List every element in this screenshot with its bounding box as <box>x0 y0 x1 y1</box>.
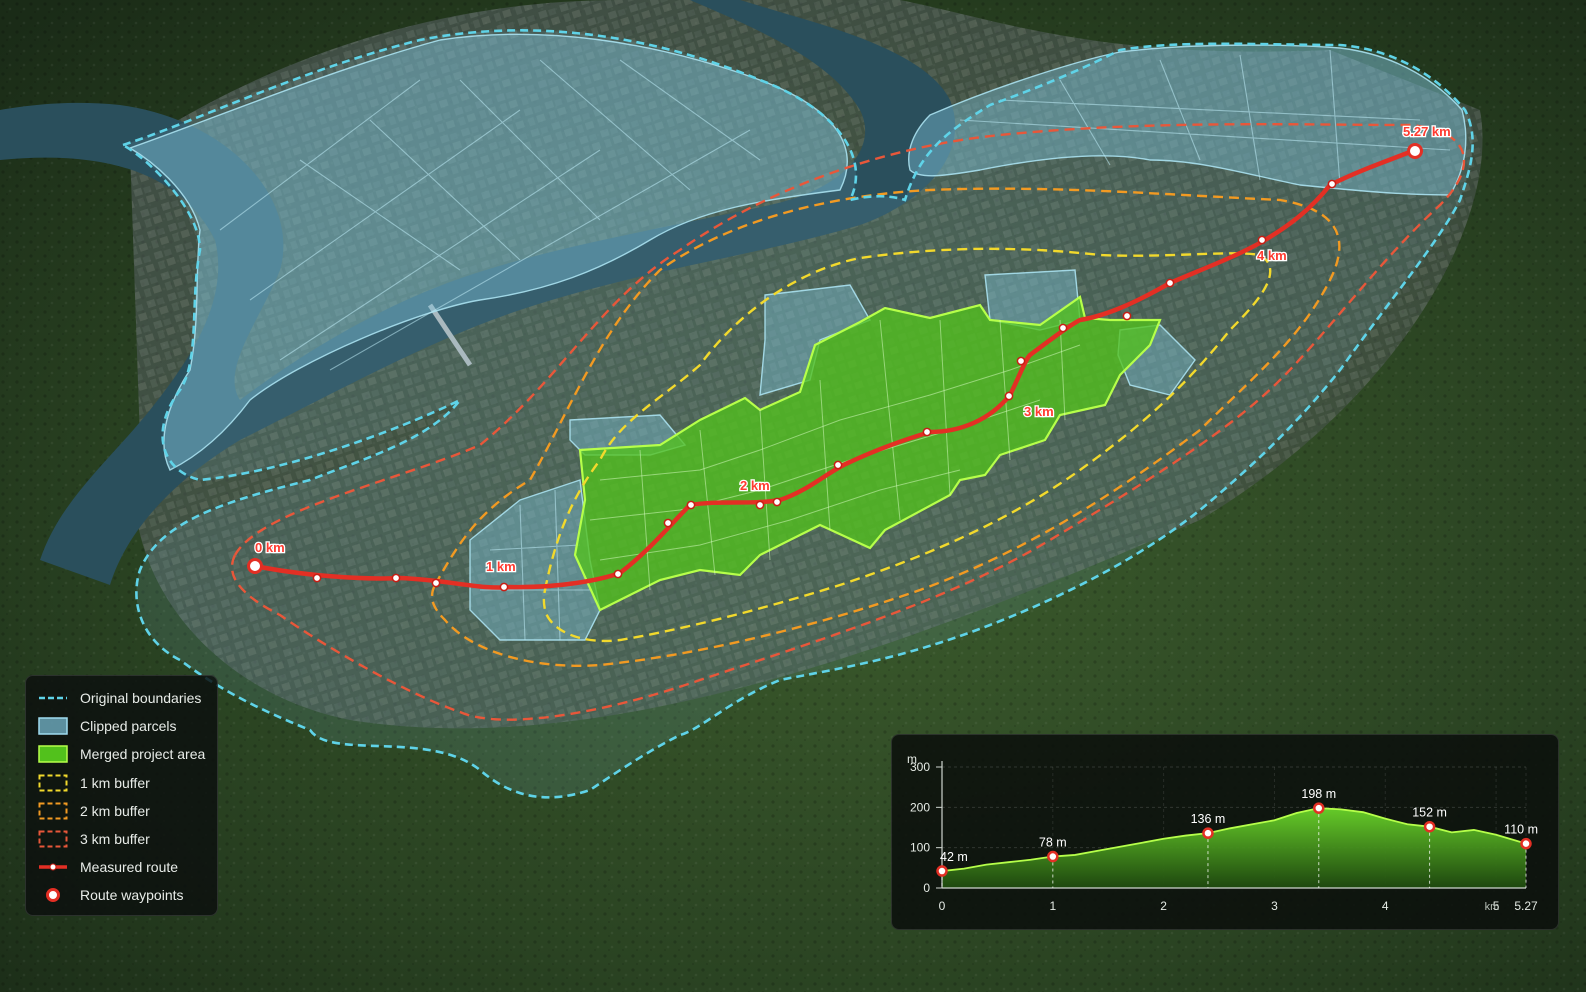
profile-area-layer <box>941 807 1527 888</box>
profile-y-tick-label: 200 <box>910 800 930 814</box>
profile-x-unit-label: km <box>1485 901 1500 913</box>
profile-point-marker <box>1520 837 1532 850</box>
route-vertex <box>686 500 696 510</box>
legend-item-original-boundaries[interactable]: Original boundaries <box>38 684 217 712</box>
legend-label: Route waypoints <box>80 887 184 904</box>
route-label-1km: 1 km <box>486 559 516 574</box>
route-vertex <box>499 582 509 592</box>
profile-y-tick-label: 100 <box>910 841 930 855</box>
map-stage: 0 km 1 km 2 km 3 km 4 km 5.27 km Origina… <box>0 0 1586 992</box>
profile-y-tick-label: 0 <box>923 881 930 895</box>
route-label-2km: 2 km <box>740 478 770 493</box>
profile-point-marker <box>1313 802 1325 814</box>
legend-label: Clipped parcels <box>80 718 177 735</box>
profile-x-tick-label: 4 <box>1382 899 1389 913</box>
map-legend: Original boundaries Clipped parcels Merg… <box>25 675 218 916</box>
profile-area <box>942 808 1526 888</box>
filled-box-icon <box>38 717 68 736</box>
route-start-waypoint[interactable] <box>247 558 263 574</box>
route-vertex <box>1327 179 1337 189</box>
legend-item-route-waypoints[interactable]: Route waypoints <box>38 881 217 909</box>
legend-label: 3 km buffer <box>80 831 150 848</box>
legend-item-1km-buffer[interactable]: 1 km buffer <box>38 769 217 797</box>
profile-x-tick-label: 5.27 <box>1514 899 1538 913</box>
legend-item-3km-buffer[interactable]: 3 km buffer <box>38 825 217 853</box>
profile-point-marker <box>1047 850 1059 863</box>
route-label-4km: 4 km <box>1257 248 1287 263</box>
route-vertex <box>663 518 673 528</box>
profile-point-label: 152 m <box>1412 806 1447 820</box>
legend-item-clipped-parcels[interactable]: Clipped parcels <box>38 712 217 740</box>
route-label-3km: 3 km <box>1024 404 1054 419</box>
profile-point-marker <box>936 865 948 877</box>
route-vertex <box>1257 235 1267 245</box>
route-vertex <box>431 578 441 588</box>
route-vertex <box>772 497 782 507</box>
legend-label: Measured route <box>80 859 179 876</box>
profile-point-label: 198 m <box>1301 787 1336 801</box>
legend-label: 2 km buffer <box>80 802 150 819</box>
legend-label: 1 km buffer <box>80 774 150 791</box>
dashed-box-icon <box>38 774 68 792</box>
route-line-icon <box>38 858 68 876</box>
profile-point-label: 110 m <box>1504 823 1538 837</box>
route-vertex <box>833 460 843 470</box>
route-vertex <box>1016 356 1026 366</box>
profile-x-tick-label: 0 <box>939 899 946 913</box>
elevation-profile-panel: 0 100 200 300 0 1 2 3 4 5 5.27 m km 42 m 78 m 136 m 198… <box>891 734 1559 930</box>
route-vertex <box>1165 278 1175 288</box>
profile-x-tick-label: 1 <box>1049 899 1056 913</box>
legend-item-measured-route[interactable]: Measured route <box>38 853 217 881</box>
route-end-waypoint[interactable] <box>1407 143 1423 159</box>
route-vertex <box>1058 323 1068 333</box>
dashed-line-icon <box>38 689 68 707</box>
profile-point-label: 136 m <box>1191 812 1226 826</box>
legend-label: Merged project area <box>80 746 206 763</box>
profile-point-marker <box>1202 827 1214 839</box>
legend-item-merged-project-area[interactable]: Merged project area <box>38 740 217 768</box>
profile-y-unit-label: m <box>907 752 917 766</box>
profile-point-marker <box>1423 820 1436 833</box>
profile-x-tick-label: 3 <box>1271 899 1278 913</box>
dashed-box-icon <box>38 802 68 820</box>
route-vertex <box>391 573 401 583</box>
profile-x-tick-label: 2 <box>1160 899 1167 913</box>
legend-label: Original boundaries <box>80 690 202 707</box>
route-vertex <box>755 500 765 510</box>
elevation-profile-chart[interactable]: 01002003000 1 2 3 4 5 5.27mkm 42 m78 m136 m198… <box>892 735 1560 931</box>
filled-box-icon <box>38 745 68 764</box>
dashed-box-icon <box>38 830 68 848</box>
route-vertex <box>1004 391 1014 401</box>
route-label-end: 5.27 km <box>1403 124 1451 139</box>
legend-item-2km-buffer[interactable]: 2 km buffer <box>38 797 217 825</box>
route-vertex <box>1122 311 1132 321</box>
profile-point-label: 42 m <box>940 850 968 864</box>
route-vertex <box>922 427 932 437</box>
waypoint-icon <box>38 886 68 904</box>
profile-point-label: 78 m <box>1039 836 1067 850</box>
route-vertex <box>312 573 322 583</box>
route-label-0km: 0 km <box>255 540 285 555</box>
route-vertex <box>613 569 623 579</box>
